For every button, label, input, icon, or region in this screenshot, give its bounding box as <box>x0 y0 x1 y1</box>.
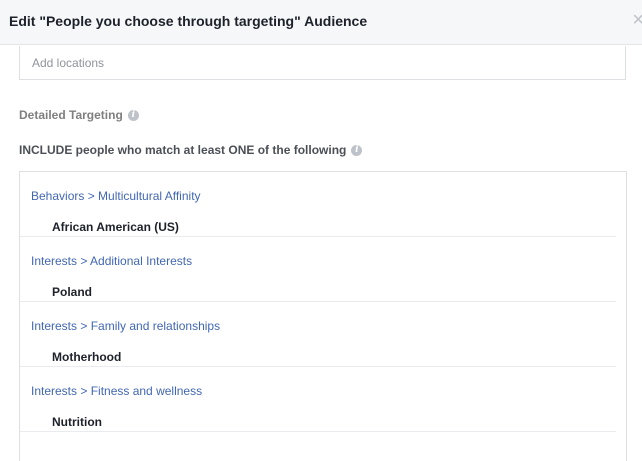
targeting-category-link[interactable]: Interests > Family and relationships <box>31 319 220 333</box>
targeting-category-link[interactable]: Interests > Additional Interests <box>31 254 192 268</box>
targeting-item: Poland <box>52 285 93 299</box>
include-label: INCLUDE people who match at least ONE of… <box>19 143 347 157</box>
targeting-category-link[interactable]: Interests > Fitness and wellness <box>31 384 202 398</box>
include-heading: INCLUDE people who match at least ONE of… <box>19 143 363 157</box>
targeting-group: Interests > Fitness and wellness Nutriti… <box>20 367 626 432</box>
targeting-item: Motherhood <box>52 350 122 364</box>
targeting-item: Nutrition <box>52 415 102 429</box>
targeting-item: African American (US) <box>52 220 179 234</box>
add-locations-input[interactable] <box>19 46 626 80</box>
targeting-group: Interests > Additional Interests Poland <box>20 237 626 302</box>
detailed-targeting-heading: Detailed Targeting i <box>19 108 139 122</box>
close-icon[interactable]: × <box>632 10 642 30</box>
dialog-title: Edit "People you choose through targetin… <box>9 13 368 29</box>
dialog-header: Edit "People you choose through targetin… <box>0 0 642 45</box>
info-icon[interactable]: i <box>351 144 363 156</box>
detailed-targeting-label: Detailed Targeting <box>19 108 123 122</box>
targeting-list: Behaviors > Multicultural Affinity Afric… <box>19 171 627 461</box>
info-icon[interactable]: i <box>127 109 139 121</box>
divider <box>20 431 616 432</box>
targeting-group: Behaviors > Multicultural Affinity Afric… <box>20 172 626 237</box>
targeting-group: Interests > Family and relationships Mot… <box>20 302 626 367</box>
targeting-category-link[interactable]: Behaviors > Multicultural Affinity <box>31 189 201 203</box>
